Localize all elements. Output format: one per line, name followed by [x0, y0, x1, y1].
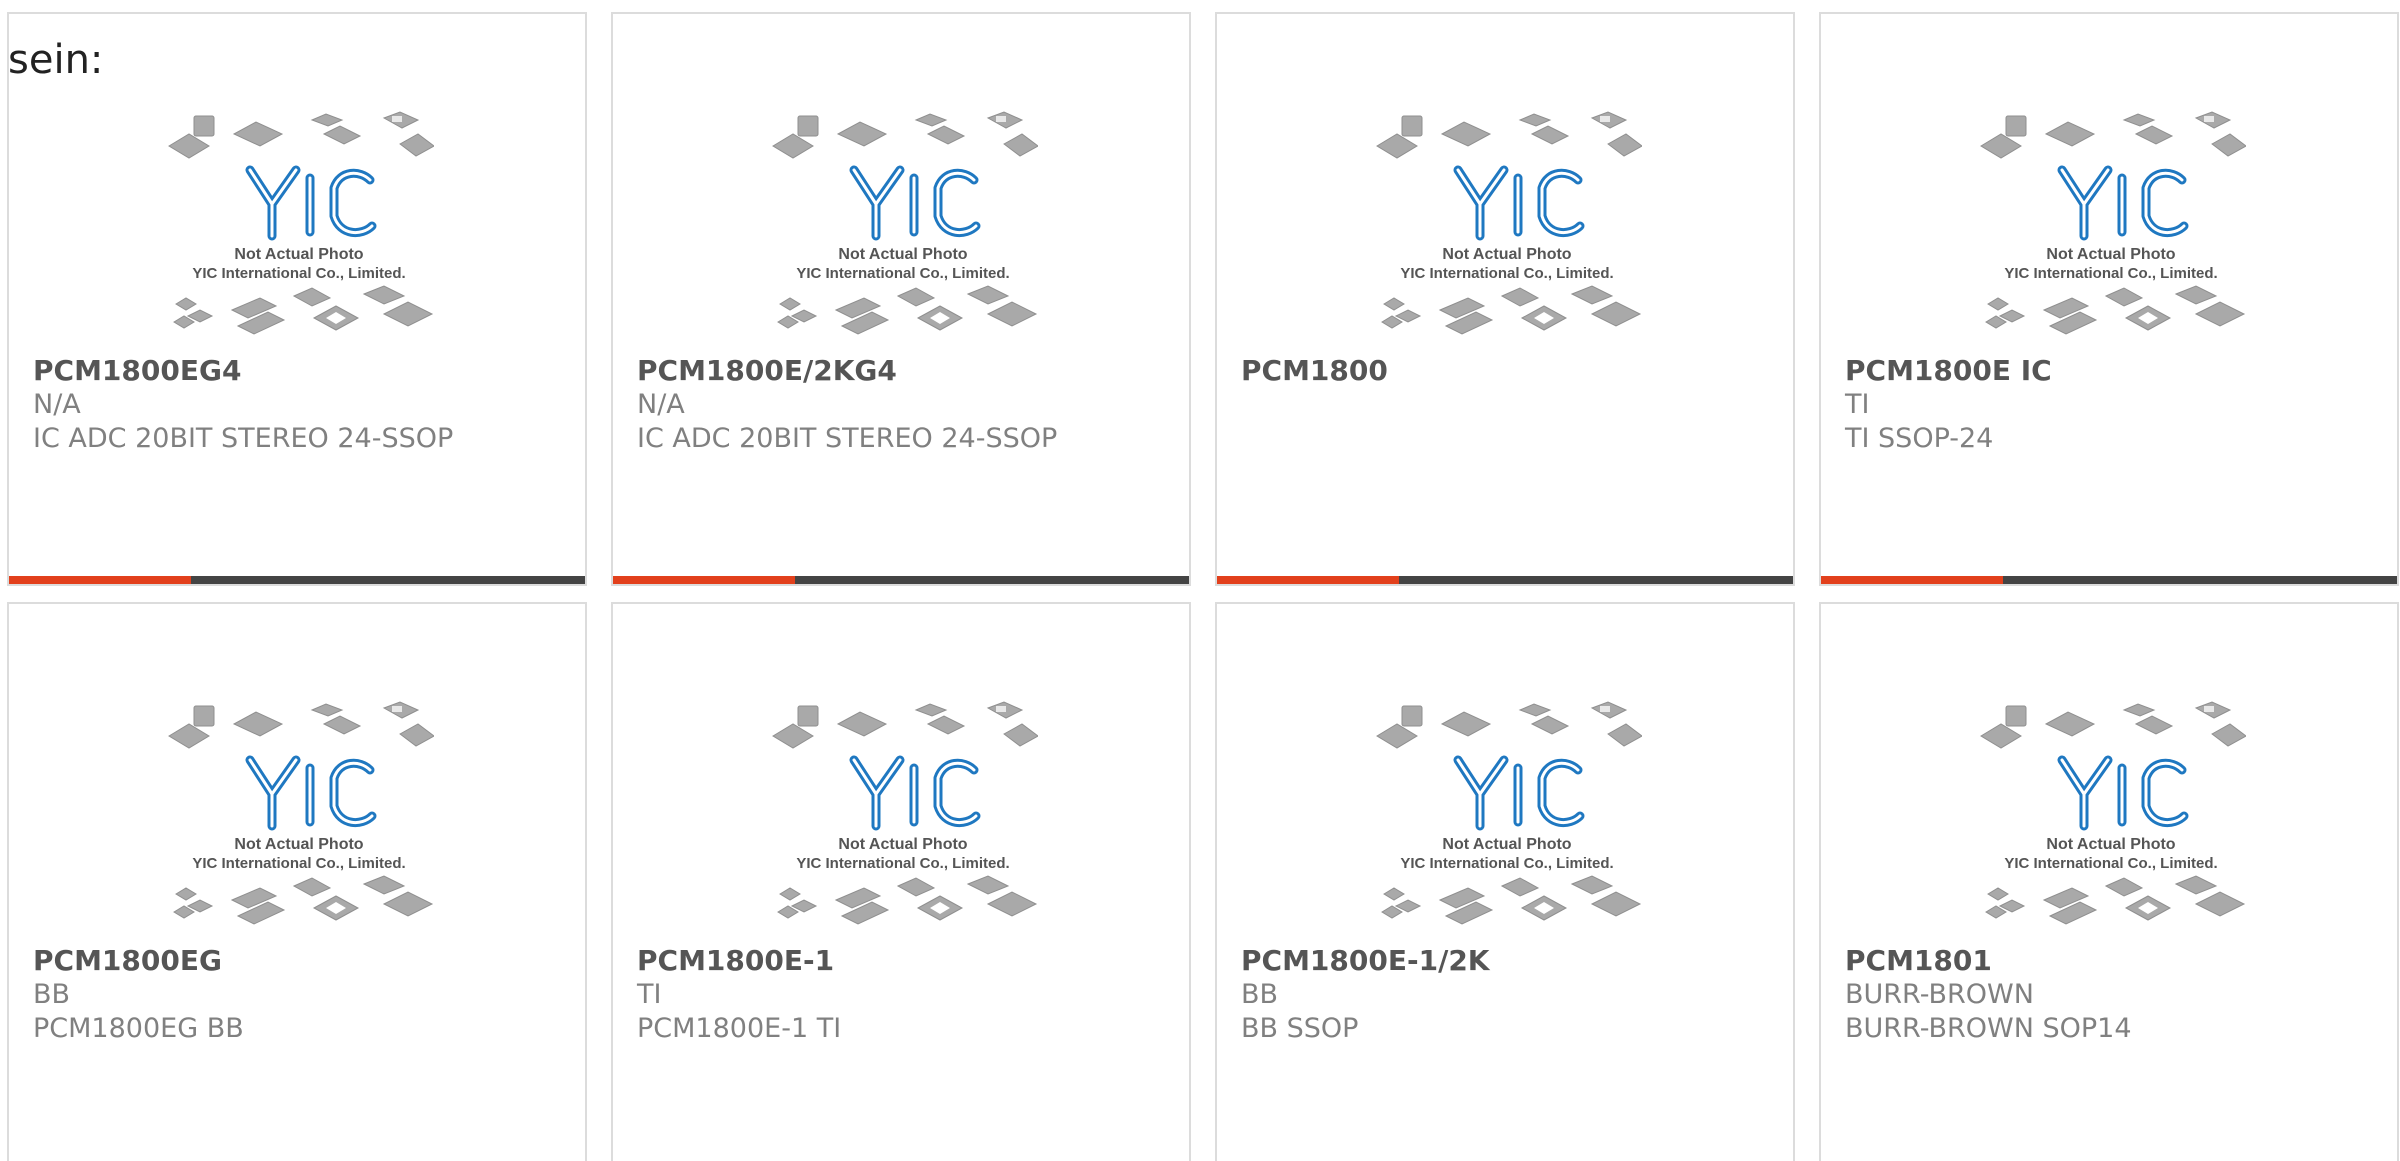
product-info: PCM1800 [1241, 354, 1773, 388]
product-info: PCM1800E-1 TI PCM1800E-1 TI [637, 944, 1169, 1046]
card-progress-bar [613, 576, 1189, 584]
product-card-1[interactable]: Not Actual Photo YIC International Co., … [7, 12, 587, 586]
product-placeholder-image: Not Actual Photo YIC International Co., … [1372, 694, 1642, 944]
placeholder-caption-line2: YIC International Co., Limited. [1400, 855, 1613, 872]
product-description: TI SSOP-24 [1845, 423, 1994, 454]
card-progress-bar [1821, 576, 2397, 584]
product-part-number: PCM1800EG4 [33, 354, 242, 387]
placeholder-caption-line2: YIC International Co., Limited. [796, 855, 1009, 872]
product-description: PCM1800E-1 TI [637, 1013, 842, 1044]
placeholder-caption-line1: Not Actual Photo [234, 246, 363, 263]
product-info: PCM1801 BURR-BROWN BURR-BROWN SOP14 [1845, 944, 2377, 1046]
placeholder-caption-line2: YIC International Co., Limited. [2004, 855, 2217, 872]
product-card-8[interactable]: Not Actual Photo YIC International Co., … [1819, 602, 2399, 1161]
product-manufacturer: TI [637, 979, 662, 1010]
placeholder-caption-line1: Not Actual Photo [838, 246, 967, 263]
product-manufacturer: N/A [33, 389, 81, 420]
product-part-number: PCM1800E-1 [637, 944, 835, 977]
placeholder-caption-line1: Not Actual Photo [1442, 246, 1571, 263]
product-placeholder-image: Not Actual Photo YIC International Co., … [1372, 104, 1642, 354]
product-part-number: PCM1800E/2KG4 [637, 354, 897, 387]
results-heading: sein: [8, 37, 104, 83]
product-grid: Not Actual Photo YIC International Co., … [7, 12, 2399, 1161]
product-placeholder-image: Not Actual Photo YIC International Co., … [768, 104, 1038, 354]
product-placeholder-image: Not Actual Photo YIC International Co., … [768, 694, 1038, 944]
product-manufacturer: TI [1845, 389, 1870, 420]
product-placeholder-image: Not Actual Photo YIC International Co., … [164, 694, 434, 944]
product-description: IC ADC 20BIT STEREO 24-SSOP [33, 423, 454, 454]
card-progress-accent [1821, 576, 2003, 584]
product-info: PCM1800E/2KG4 N/A IC ADC 20BIT STEREO 24… [637, 354, 1169, 456]
product-placeholder-image: Not Actual Photo YIC International Co., … [1976, 694, 2246, 944]
product-part-number: PCM1801 [1845, 944, 1992, 977]
product-link[interactable]: Not Actual Photo YIC International Co., … [9, 14, 585, 584]
card-progress-accent [1217, 576, 1399, 584]
placeholder-caption-line2: YIC International Co., Limited. [192, 265, 405, 282]
product-card-6[interactable]: Not Actual Photo YIC International Co., … [611, 602, 1191, 1161]
placeholder-caption-line1: Not Actual Photo [2046, 246, 2175, 263]
product-info: PCM1800EG BB PCM1800EG BB [33, 944, 565, 1046]
product-info: PCM1800E IC TI TI SSOP-24 [1845, 354, 2377, 456]
card-progress-accent [9, 576, 191, 584]
product-link[interactable]: Not Actual Photo YIC International Co., … [1821, 604, 2397, 1161]
search-results-page: sein: Not Actual Photo YIC International… [0, 0, 2400, 1161]
product-link[interactable]: Not Actual Photo YIC International Co., … [613, 14, 1189, 584]
placeholder-caption-line1: Not Actual Photo [838, 836, 967, 853]
product-part-number: PCM1800 [1241, 354, 1388, 387]
product-description: BB SSOP [1241, 1013, 1359, 1044]
card-progress-bar [9, 576, 585, 584]
product-placeholder-image: Not Actual Photo YIC International Co., … [164, 104, 434, 354]
product-part-number: PCM1800E IC [1845, 354, 2052, 387]
product-manufacturer: BB [33, 979, 71, 1010]
placeholder-caption-line2: YIC International Co., Limited. [192, 855, 405, 872]
product-description: IC ADC 20BIT STEREO 24-SSOP [637, 423, 1058, 454]
placeholder-caption-line2: YIC International Co., Limited. [1400, 265, 1613, 282]
product-info: PCM1800EG4 N/A IC ADC 20BIT STEREO 24-SS… [33, 354, 565, 456]
product-info: PCM1800E-1/2K BB BB SSOP [1241, 944, 1773, 1046]
product-link[interactable]: Not Actual Photo YIC International Co., … [613, 604, 1189, 1161]
product-card-2[interactable]: Not Actual Photo YIC International Co., … [611, 12, 1191, 586]
placeholder-caption-line2: YIC International Co., Limited. [796, 265, 1009, 282]
product-link[interactable]: Not Actual Photo YIC International Co., … [1217, 14, 1793, 584]
product-card-7[interactable]: Not Actual Photo YIC International Co., … [1215, 602, 1795, 1161]
product-description: BURR-BROWN SOP14 [1845, 1013, 2132, 1044]
product-part-number: PCM1800E-1/2K [1241, 944, 1490, 977]
product-placeholder-image: Not Actual Photo YIC International Co., … [1976, 104, 2246, 354]
product-card-5[interactable]: Not Actual Photo YIC International Co., … [7, 602, 587, 1161]
product-link[interactable]: Not Actual Photo YIC International Co., … [9, 604, 585, 1161]
product-card-4[interactable]: Not Actual Photo YIC International Co., … [1819, 12, 2399, 586]
placeholder-caption-line2: YIC International Co., Limited. [2004, 265, 2217, 282]
product-description: PCM1800EG BB [33, 1013, 244, 1044]
product-card-3[interactable]: Not Actual Photo YIC International Co., … [1215, 12, 1795, 586]
product-link[interactable]: Not Actual Photo YIC International Co., … [1217, 604, 1793, 1161]
card-progress-accent [613, 576, 795, 584]
product-manufacturer: N/A [637, 389, 685, 420]
card-progress-bar [1217, 576, 1793, 584]
product-manufacturer: BB [1241, 979, 1279, 1010]
product-link[interactable]: Not Actual Photo YIC International Co., … [1821, 14, 2397, 584]
placeholder-caption-line1: Not Actual Photo [2046, 836, 2175, 853]
product-part-number: PCM1800EG [33, 944, 222, 977]
placeholder-caption-line1: Not Actual Photo [1442, 836, 1571, 853]
placeholder-caption-line1: Not Actual Photo [234, 836, 363, 853]
product-manufacturer: BURR-BROWN [1845, 979, 2034, 1010]
